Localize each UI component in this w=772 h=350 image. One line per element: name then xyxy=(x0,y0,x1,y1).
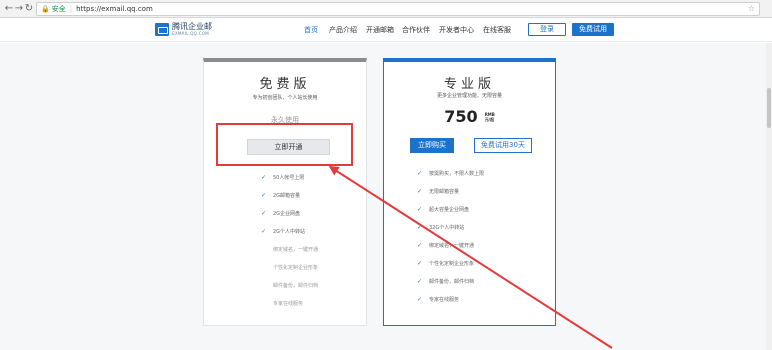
try-30-days-button[interactable]: 免费试用30天 xyxy=(474,138,532,153)
price-unit: RMB 元/起 xyxy=(485,112,495,122)
login-button[interactable]: 登录 xyxy=(528,23,566,36)
free-plan-subtitle: 专为初创团队、个人站长使用 xyxy=(252,95,318,101)
address-separator: | xyxy=(69,5,73,13)
check-icon: ✓ xyxy=(261,210,267,217)
price-suffix: 元/起 xyxy=(484,116,495,122)
scrollbar-thumb[interactable] xyxy=(767,88,771,128)
pro-feature: ✓ 邮件备份，邮件归档 xyxy=(417,278,475,285)
pro-feature: ✓ 按需购买，不限人数上限 xyxy=(417,170,485,177)
pro-feature: ✓ 超大容量企业网盘 xyxy=(417,206,470,213)
price-currency: RMB xyxy=(484,111,495,117)
pro-plan-title: 专业版 xyxy=(443,77,495,92)
check-icon: ✓ xyxy=(417,206,423,213)
price-amount: 750 xyxy=(444,107,478,126)
nav-open-mailbox[interactable]: 开通邮箱 xyxy=(366,25,394,35)
logo-subtext: EXMAIL.QQ.COM xyxy=(172,31,209,36)
free-feature: ✓ 2G企业网盘 xyxy=(261,210,301,217)
site-header: 腾讯企业邮 EXMAIL.QQ.COM 首页 产品介绍 开通邮箱 合作伙伴 开发… xyxy=(0,18,772,42)
free-feature: ✓ 2G邮箱容量 xyxy=(261,192,301,199)
logo-text: 腾讯企业邮 xyxy=(172,22,212,31)
pro-feature: ✓ 32G个人中转站 xyxy=(417,224,465,231)
pro-feature: ✓ 绑定域名，一键开通 xyxy=(417,242,475,249)
reload-icon[interactable]: ↻ xyxy=(23,3,35,15)
nav-developer[interactable]: 开发者中心 xyxy=(439,25,474,35)
lock-icon: 🔒 xyxy=(41,5,50,13)
check-icon: ✓ xyxy=(417,242,423,249)
free-plan-card: 免费版 专为初创团队、个人站长使用 永久使用 立即开通 ✓ 50人帐号上限 ✓ 2G… xyxy=(203,58,367,326)
pro-feature: ✓ 无限邮箱容量 xyxy=(417,188,460,195)
free-plan-title: 免费版 xyxy=(259,77,311,92)
free-extra: 邮件备份，邮件归档 xyxy=(273,283,319,289)
pro-feature: ✓ 个性化定制企业形象 xyxy=(417,260,475,267)
logo-mail-icon xyxy=(155,23,169,36)
free-extra: 绑定域名，一键开通 xyxy=(273,247,319,253)
check-icon: ✓ xyxy=(417,224,423,231)
buy-now-button[interactable]: 立即购买 xyxy=(410,138,454,153)
check-icon: ✓ xyxy=(417,170,423,177)
star-icon[interactable]: ☆ xyxy=(748,3,755,15)
pro-feature: ✓ 专家在线服务 xyxy=(417,296,460,303)
browser-toolbar: ← → ↻ 🔒 安全 | https://exmail.qq.com ☆ xyxy=(0,0,772,18)
free-extra: 个性化定制企业形象 xyxy=(273,265,319,271)
check-icon: ✓ xyxy=(261,228,267,235)
check-icon: ✓ xyxy=(261,192,267,199)
check-icon: ✓ xyxy=(417,260,423,267)
nav-support[interactable]: 在线客服 xyxy=(483,25,511,35)
url-text: https://exmail.qq.com xyxy=(76,5,153,13)
pro-plan-card: 专业版 更多企业管理功能、无限容量 750 RMB 元/起 立即购买 免费试用3… xyxy=(383,58,556,326)
check-icon: ✓ xyxy=(261,174,267,181)
free-extra: 专家在线服务 xyxy=(273,301,304,307)
nav-product[interactable]: 产品介绍 xyxy=(329,25,357,35)
free-trial-button[interactable]: 免费试用 xyxy=(572,23,614,36)
address-bar[interactable]: 🔒 安全 | https://exmail.qq.com ☆ xyxy=(36,2,760,16)
nav-home[interactable]: 首页 xyxy=(304,25,318,35)
pro-plan-subtitle: 更多企业管理功能、无限容量 xyxy=(436,93,502,99)
free-feature: ✓ 50人帐号上限 xyxy=(261,174,305,181)
secure-label: 安全 xyxy=(51,5,66,13)
highlight-box xyxy=(216,123,353,166)
check-icon: ✓ xyxy=(417,278,423,285)
page-scrollbar[interactable] xyxy=(766,43,772,350)
free-feature: ✓ 2G个人中转站 xyxy=(261,228,306,235)
check-icon: ✓ xyxy=(417,296,423,303)
check-icon: ✓ xyxy=(417,188,423,195)
nav-partners[interactable]: 合作伙伴 xyxy=(402,25,430,35)
pro-price: 750 RMB 元/起 xyxy=(384,106,555,126)
